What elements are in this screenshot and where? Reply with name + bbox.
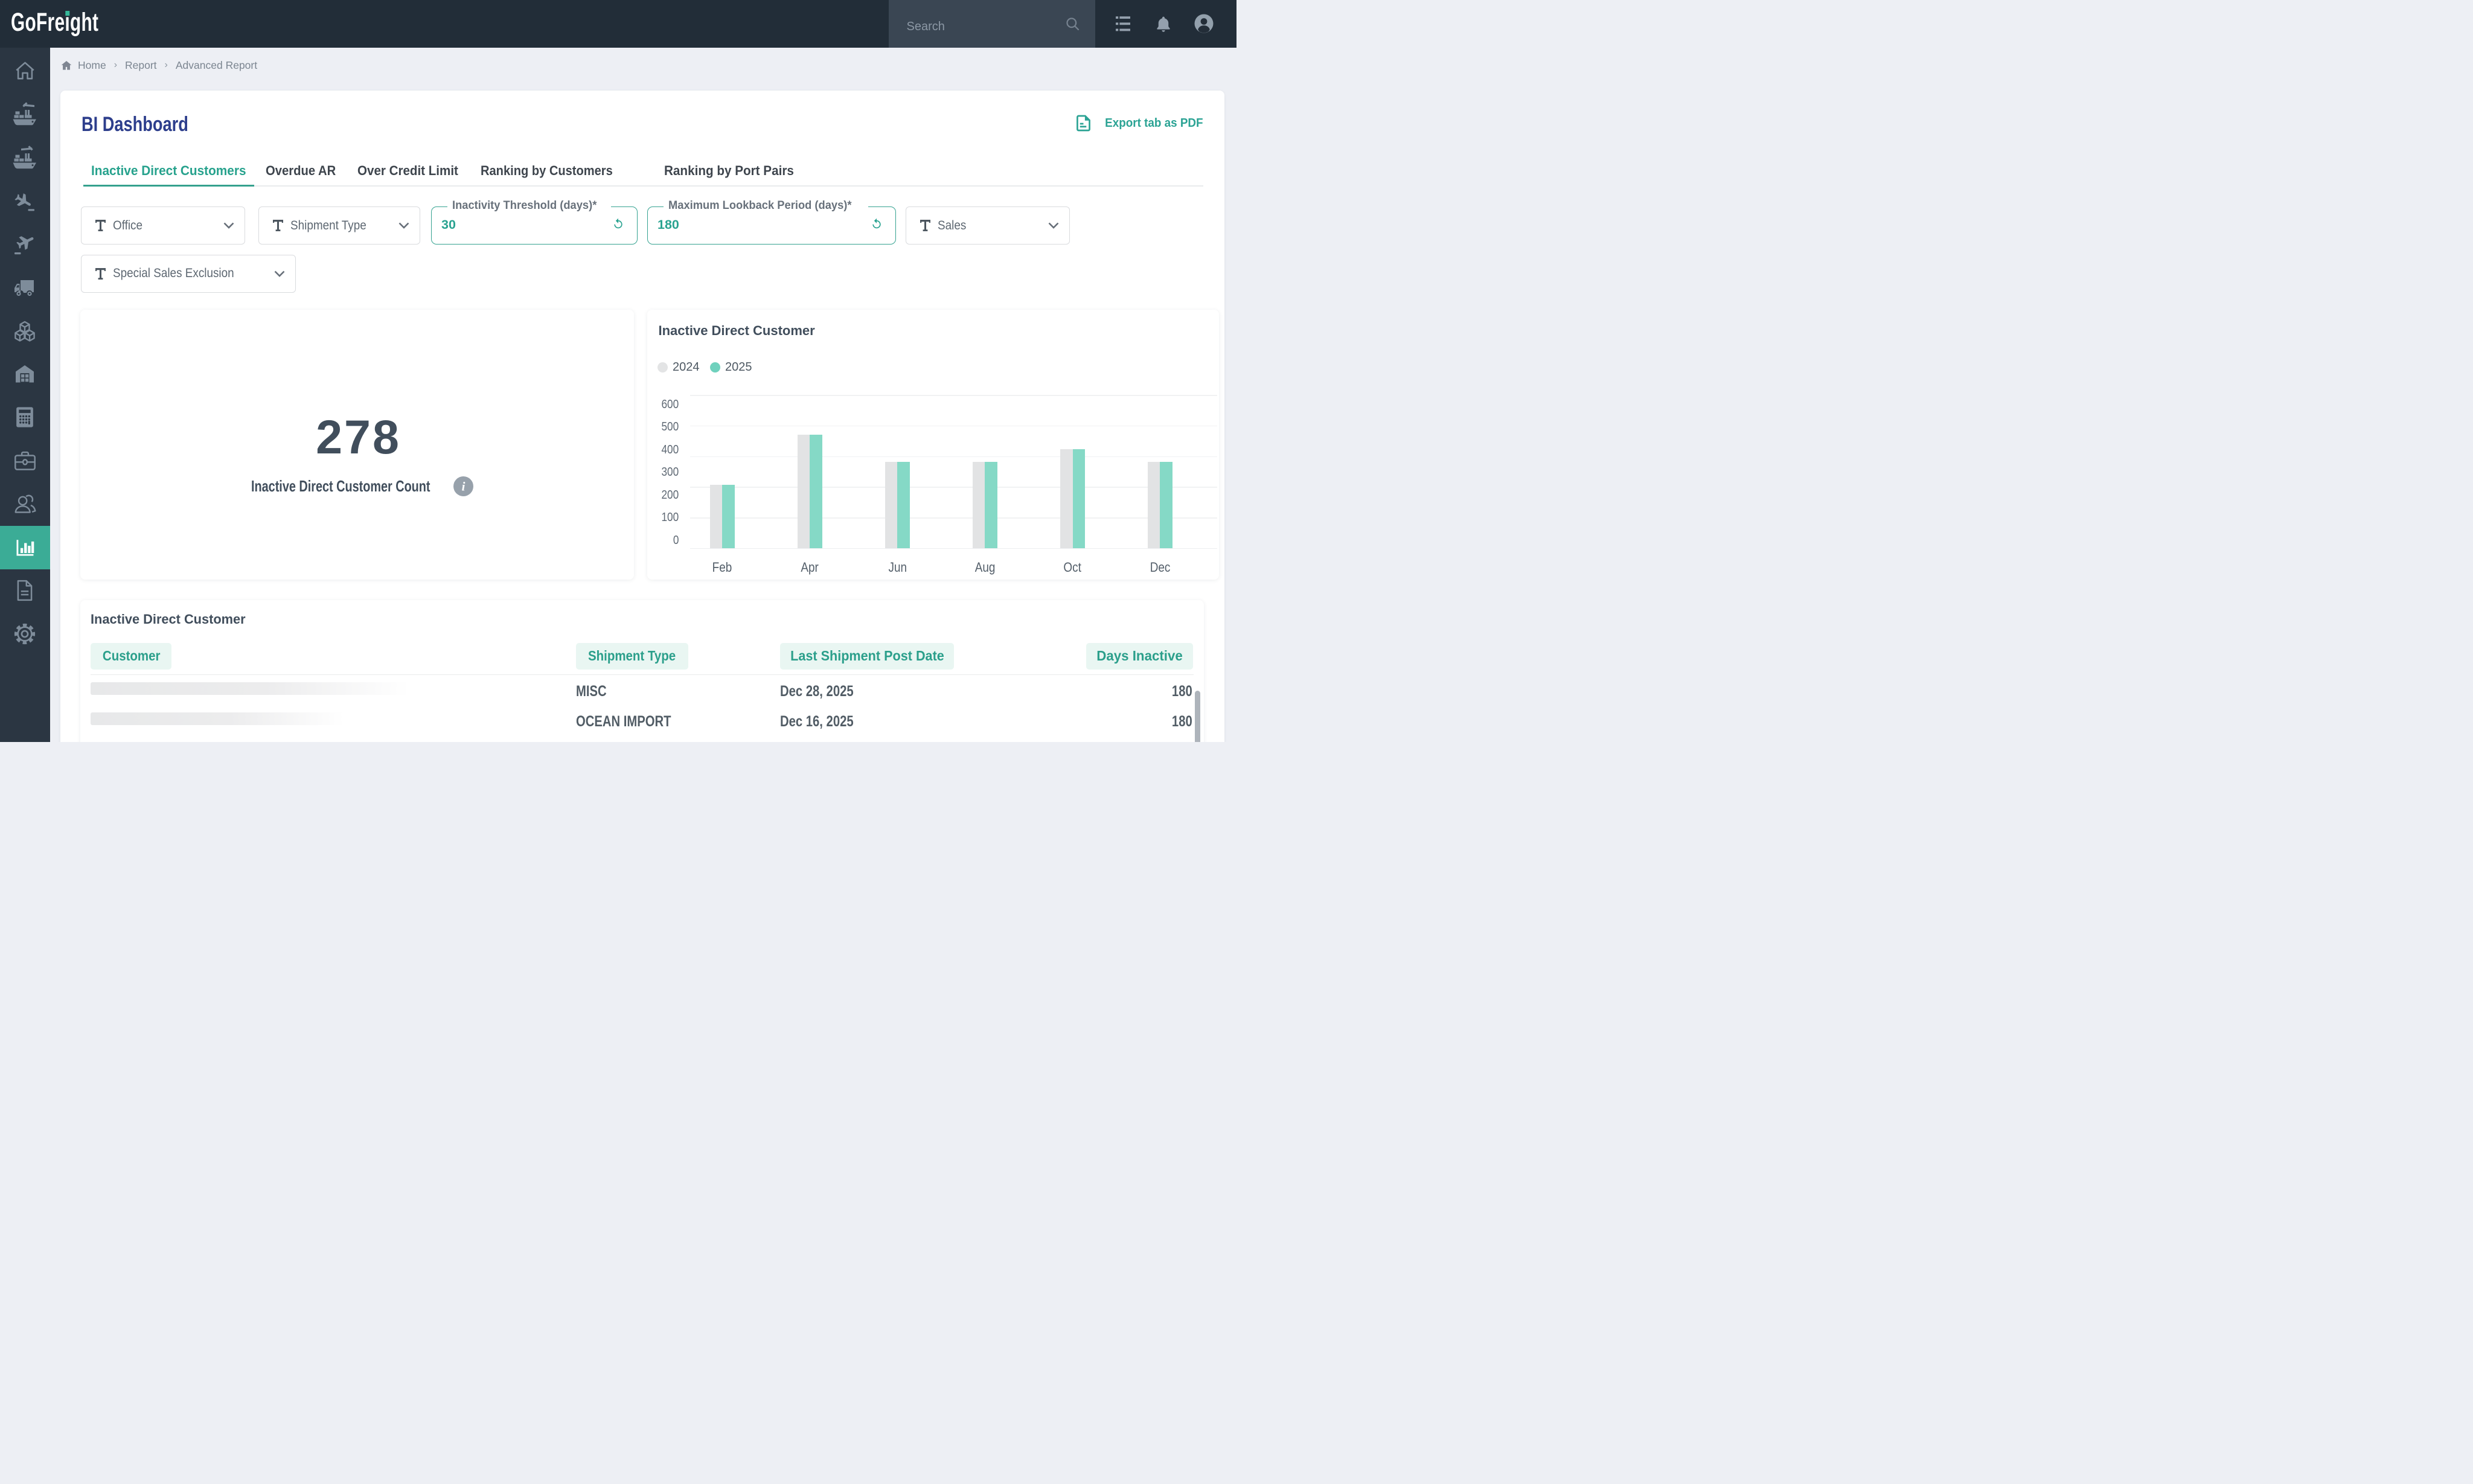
svg-text:i: i <box>461 479 465 493</box>
